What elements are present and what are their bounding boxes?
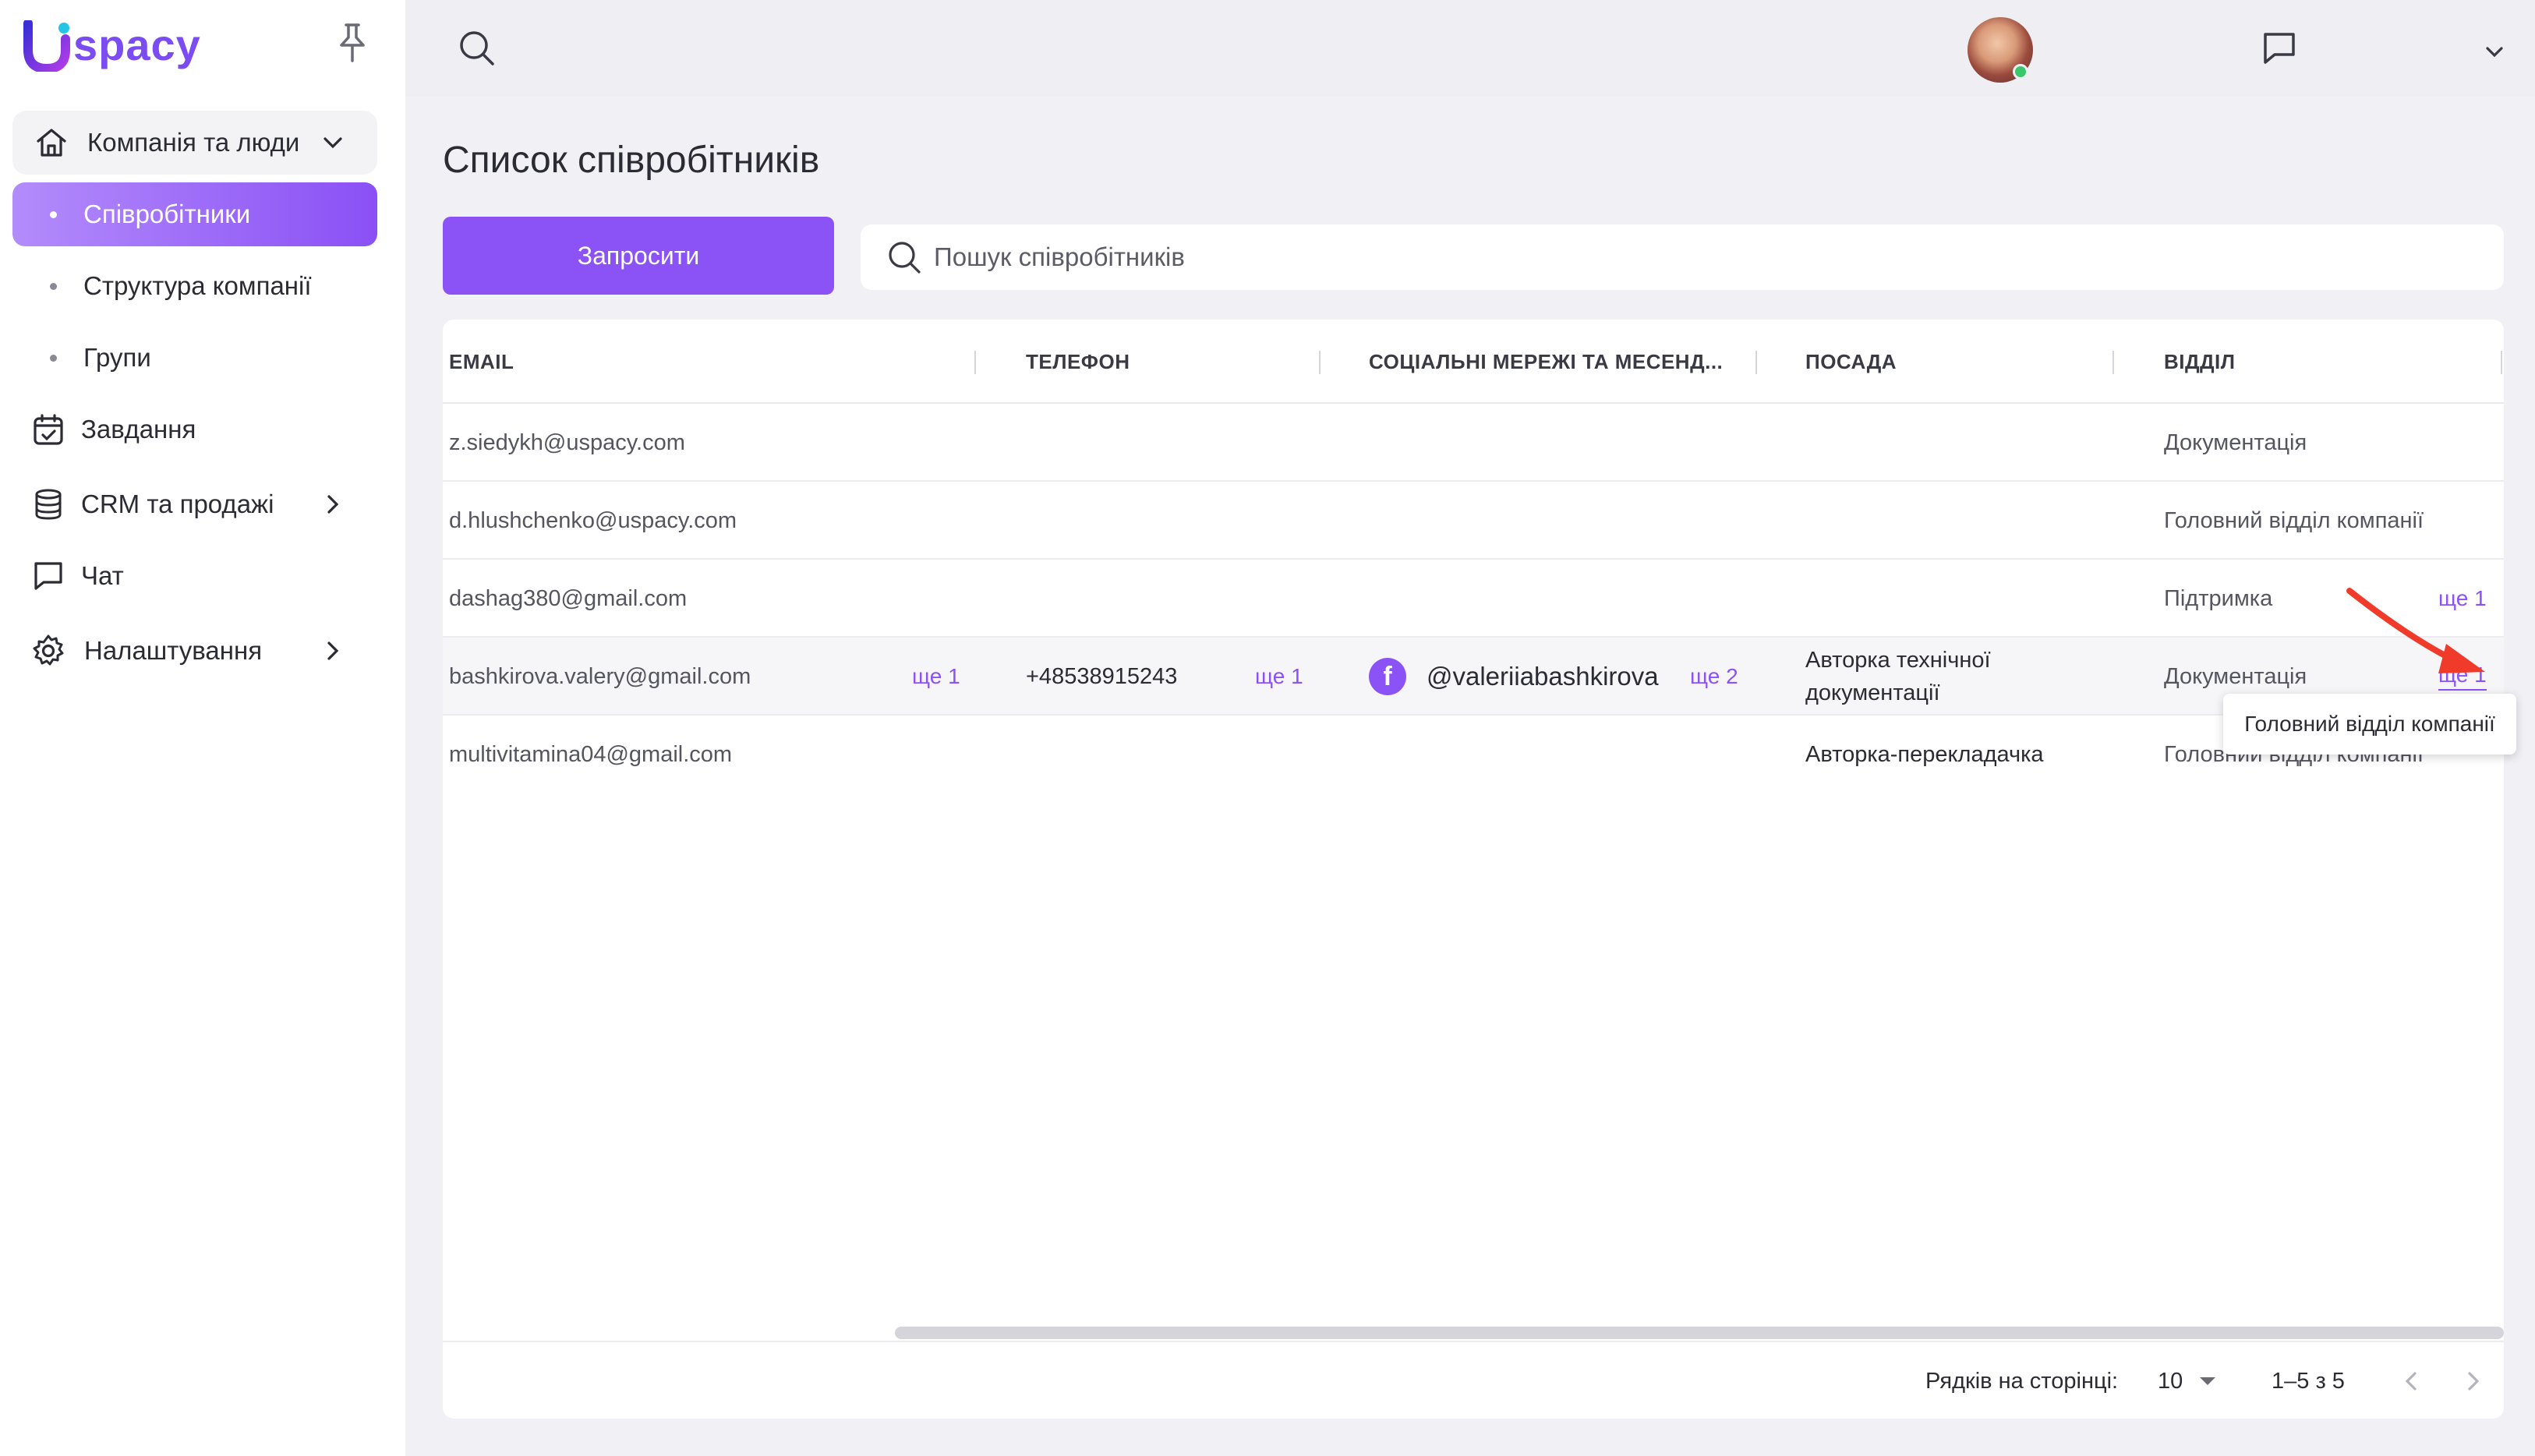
gear-icon [30, 632, 67, 670]
employees-table: EMAIL ТЕЛЕФОН СОЦІАЛЬНІ МЕРЕЖІ ТА МЕСЕНД… [443, 320, 2504, 1419]
table-header: EMAIL ТЕЛЕФОН СОЦІАЛЬНІ МЕРЕЖІ ТА МЕСЕНД… [443, 320, 2504, 404]
sidebar-item-company[interactable]: Компанія та люди [12, 111, 377, 175]
employee-search[interactable] [861, 224, 2504, 290]
sidebar-item-structure[interactable]: Структура компанії [12, 254, 377, 318]
sidebar-item-label: Групи [83, 343, 151, 372]
facebook-icon: f [1369, 658, 1406, 695]
table-row[interactable]: bashkirova.valery@gmail.com ще 1 +485389… [443, 638, 2504, 716]
position-cell: Авторка-перекладачка [1805, 741, 2044, 767]
column-header-position[interactable]: ПОСАДА [1805, 320, 1897, 404]
position-text: Авторка технічної документації [1805, 644, 1991, 709]
bullet [50, 354, 57, 362]
search-icon [886, 239, 923, 276]
chevron-right-icon [318, 489, 348, 519]
department-cell: Документація [2164, 429, 2307, 455]
phone-more-link[interactable]: ще 1 [1255, 638, 1303, 716]
social-cell[interactable]: f @valeriiabashkirova [1369, 638, 1659, 716]
top-bar [405, 0, 2535, 97]
rows-per-page-value: 10 [2158, 1368, 2183, 1394]
social-handle: @valeriiabashkirova [1427, 662, 1659, 691]
caret-down-icon [2200, 1377, 2216, 1385]
email-cell: z.siedykh@uspacy.com [449, 429, 685, 455]
email-cell: multivitamina04@gmail.com [449, 741, 733, 767]
column-divider[interactable] [1755, 351, 1757, 374]
sidebar-item-crm[interactable]: CRM та продажі [12, 472, 377, 536]
search-icon[interactable] [457, 28, 497, 69]
sidebar-item-settings[interactable]: Налаштування [12, 619, 377, 683]
chat-icon[interactable] [2261, 30, 2298, 67]
table-row[interactable]: multivitamina04@gmail.com Авторка-перекл… [443, 716, 2504, 793]
pin-icon[interactable] [335, 22, 369, 64]
search-input[interactable] [934, 242, 2415, 272]
prev-page-button[interactable] [2398, 1367, 2426, 1395]
logo-mark-icon [23, 19, 70, 74]
pagination: Рядків на сторінці: 10 1–5 з 5 [443, 1341, 2504, 1419]
position-line: Авторка технічної [1805, 648, 1991, 673]
database-icon [30, 486, 67, 523]
department-cell: Підтримка [2164, 585, 2273, 611]
more-label: ще 1 [912, 664, 960, 688]
table-row[interactable]: d.hlushchenko@uspacy.com Головний відділ… [443, 482, 2504, 560]
rows-per-page-select[interactable]: 10 [2158, 1342, 2216, 1419]
phone-cell: +48538915243 [1026, 663, 1178, 689]
column-header-department[interactable]: ВІДДІЛ [2164, 320, 2236, 404]
rows-per-page-label: Рядків на сторінці: [1925, 1368, 2119, 1394]
column-header-email[interactable]: EMAIL [449, 320, 514, 404]
sidebar-item-tasks[interactable]: Завдання [12, 398, 377, 461]
sidebar-item-chat[interactable]: Чат [12, 544, 377, 608]
email-more-link[interactable]: ще 1 [912, 638, 960, 716]
next-page-button[interactable] [2459, 1367, 2487, 1395]
chevron-down-icon[interactable] [2482, 39, 2507, 64]
annotation-arrow-icon [2346, 588, 2485, 673]
sidebar-item-label: Компанія та люди [87, 128, 300, 157]
bullet [50, 282, 57, 290]
sidebar-item-groups[interactable]: Групи [12, 326, 377, 390]
sidebar-item-label: Завдання [81, 415, 196, 444]
logo-text: spacy [73, 19, 201, 69]
chevron-right-icon [318, 636, 348, 666]
online-status-dot [2013, 64, 2028, 80]
position-cell: Авторка технічної документації [1805, 638, 1991, 716]
position-line: документації [1805, 680, 1940, 705]
department-cell: Головний відділ компанії [2164, 507, 2424, 533]
column-header-social[interactable]: СОЦІАЛЬНІ МЕРЕЖІ ТА МЕСЕНД... [1369, 320, 1723, 404]
sidebar-item-label: Чат [81, 561, 124, 590]
department-tooltip: Головний відділ компанії [2223, 694, 2516, 755]
email-cell: bashkirova.valery@gmail.com [449, 663, 751, 689]
calendar-check-icon [30, 411, 67, 448]
invite-button[interactable]: Запросити [443, 217, 834, 295]
home-icon [33, 124, 70, 161]
page-title: Список співробітників [443, 140, 820, 181]
column-divider[interactable] [2112, 351, 2114, 374]
sidebar: spacy Компанія та люди Співробітники Стр… [0, 0, 405, 1456]
column-divider[interactable] [1319, 351, 1321, 374]
column-divider[interactable] [974, 351, 976, 374]
social-more-link[interactable]: ще 2 [1690, 638, 1738, 716]
horizontal-scrollbar[interactable] [895, 1327, 2504, 1339]
email-cell: d.hlushchenko@uspacy.com [449, 507, 737, 533]
sidebar-item-label: CRM та продажі [81, 489, 274, 518]
sidebar-item-label: Структура компанії [83, 271, 312, 300]
bullet [50, 210, 57, 218]
chat-icon [30, 557, 67, 595]
column-divider[interactable] [2501, 351, 2502, 374]
sidebar-item-employees[interactable]: Співробітники [12, 182, 377, 246]
more-label: ще 1 [1255, 664, 1303, 688]
table-row[interactable]: dashag380@gmail.com Підтримка ще 1 [443, 560, 2504, 638]
sidebar-item-label: Налаштування [84, 636, 263, 665]
more-label: ще 2 [1690, 664, 1738, 688]
table-row[interactable]: z.siedykh@uspacy.com Документація [443, 404, 2504, 482]
page-range: 1–5 з 5 [2272, 1368, 2345, 1394]
email-cell: dashag380@gmail.com [449, 585, 688, 611]
chevron-down-icon [318, 128, 348, 157]
sidebar-item-label: Співробітники [83, 200, 251, 228]
column-header-phone[interactable]: ТЕЛЕФОН [1026, 320, 1130, 404]
uspacy-logo[interactable]: spacy [23, 19, 201, 74]
